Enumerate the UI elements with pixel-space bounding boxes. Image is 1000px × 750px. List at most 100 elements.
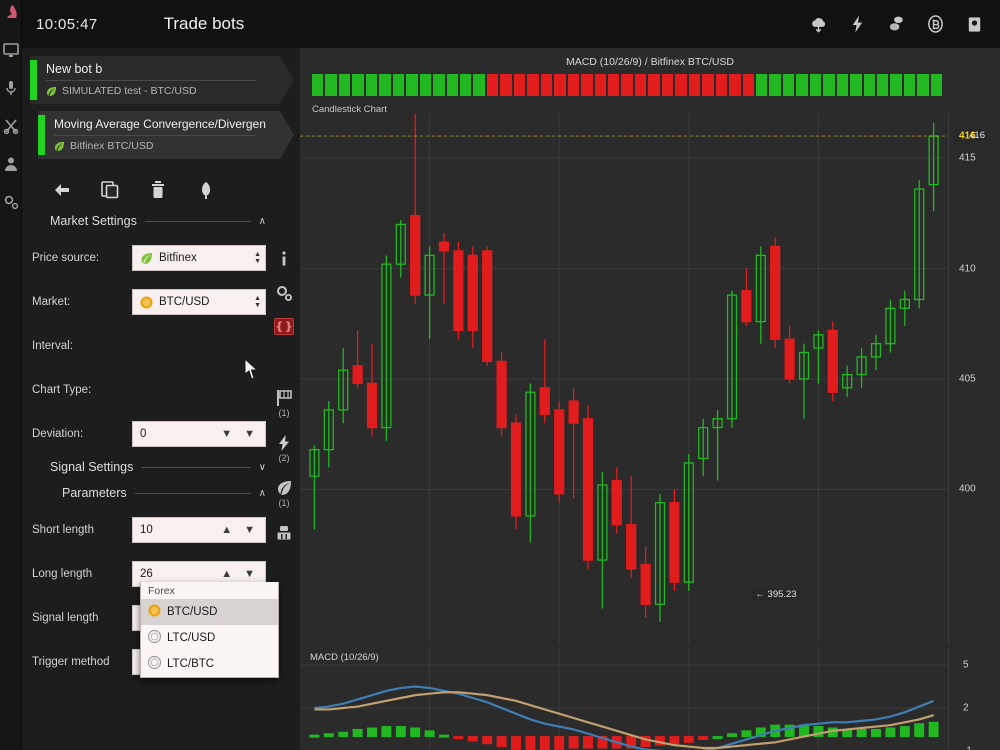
delete-button[interactable]	[148, 180, 168, 200]
robot-tool[interactable]	[275, 524, 293, 542]
leaf-icon	[46, 86, 57, 97]
signal-cell	[702, 74, 714, 96]
divider	[144, 220, 251, 222]
bitcoin-icon[interactable]	[926, 14, 945, 35]
short-length-label: Short length	[32, 524, 95, 536]
lightning-icon	[275, 434, 293, 452]
signal-cell	[930, 74, 943, 96]
market-dropdown-menu: Forex BTC/USD LTC/USD LTC/BTC	[140, 582, 279, 678]
leaf-tool[interactable]: (1)	[275, 479, 293, 508]
signal-cell	[607, 74, 620, 96]
short-length-input[interactable]: 10 ▲ ▼	[132, 517, 266, 543]
signal-cell	[742, 74, 754, 96]
stepper-arrows[interactable]: ▼ ▼	[221, 428, 261, 440]
info-icon	[275, 250, 293, 268]
leaf-icon	[140, 252, 153, 265]
leaf-icon	[275, 479, 293, 497]
info-tool[interactable]	[275, 250, 293, 268]
flag-tool[interactable]: (1)	[275, 389, 293, 418]
code-tool[interactable]: ❴❵	[274, 318, 294, 335]
bot-list: New bot b SIMULATED test - BTC/USD Movin…	[22, 48, 300, 159]
signal-cell	[527, 74, 539, 96]
lightning-icon[interactable]	[848, 14, 867, 35]
signal-cell	[392, 74, 405, 96]
price-source-label: Price source:	[32, 252, 100, 264]
chart-title: MACD (10/26/9) / Bitfinex BTC/USD	[565, 56, 735, 68]
spinner-icon[interactable]: ▲▼	[254, 295, 261, 309]
price-source-row: Price source: Bitfinex ▲ ▼	[32, 236, 266, 280]
wallet-icon[interactable]	[965, 14, 984, 35]
dropdown-option-ltcusd[interactable]: LTC/USD	[141, 625, 278, 651]
dropdown-option-label: BTC/USD	[167, 606, 218, 618]
duplicate-button[interactable]	[100, 180, 120, 200]
bot-subtitle: SIMULATED test - BTC/USD	[62, 85, 197, 97]
signal-cell	[406, 74, 418, 96]
dropdown-option-label: LTC/USD	[167, 632, 216, 644]
stepper-arrows[interactable]: ▲▼	[221, 568, 261, 580]
dropdown-option-ltcbtc[interactable]: LTC/BTC	[141, 651, 278, 677]
divider	[54, 135, 256, 136]
signal-cell	[863, 74, 876, 96]
market-dropdown[interactable]: Forex BTC/USD LTC/USD LTC/BTC	[140, 582, 279, 678]
lightning-tool[interactable]: (2)	[275, 434, 293, 463]
signal-settings-header[interactable]: Signal Settings ∨	[32, 456, 266, 478]
signal-cell	[755, 74, 768, 96]
long-length-label: Long length	[32, 568, 93, 580]
chevron-up-icon: ∧	[258, 215, 266, 227]
bot-card-selected[interactable]: Moving Average Convergence/Divergen Bitf…	[38, 111, 294, 159]
signal-cell	[379, 74, 391, 96]
signal-cell	[473, 74, 485, 96]
signal-cell	[567, 74, 580, 96]
microphone-icon[interactable]	[3, 80, 19, 96]
signal-cell	[903, 74, 916, 96]
signal-cell	[917, 74, 929, 96]
short-length-value: 10	[140, 524, 153, 536]
share-button[interactable]	[196, 180, 216, 200]
tools-icon[interactable]	[3, 118, 19, 134]
market-value: BTC/USD	[159, 296, 210, 308]
interval-row: Interval:	[32, 324, 266, 368]
chart-area: MACD (10/26/9) / Bitfinex BTC/USD Candle…	[300, 48, 1000, 750]
signal-cell	[769, 74, 781, 96]
market-settings-header[interactable]: Market Settings ∧	[32, 210, 266, 232]
signal-cell	[365, 74, 378, 96]
signal-cell	[500, 74, 512, 96]
macd-axis: 5 2 -1	[948, 648, 1000, 750]
back-button[interactable]	[52, 180, 72, 200]
deviation-input[interactable]: 0 ▼ ▼	[132, 421, 266, 447]
candlestick-chart[interactable]	[300, 114, 948, 644]
dropdown-option-btcusd[interactable]: BTC/USD	[141, 599, 278, 625]
chevron-up-icon: ∧	[258, 487, 266, 499]
settings-tool[interactable]	[275, 284, 293, 302]
price-source-select[interactable]: Bitfinex ▲ ▼	[132, 245, 266, 271]
trigger-method-label: Trigger method	[32, 656, 110, 668]
signal-cell	[352, 74, 364, 96]
code-icon: ❴❵	[274, 318, 294, 335]
signal-cell	[554, 74, 566, 96]
coins-icon[interactable]	[887, 14, 906, 35]
stepper-arrows[interactable]: ▲▼	[221, 524, 261, 536]
bot-accent-bar	[30, 60, 37, 100]
bot-card[interactable]: New bot b SIMULATED test - BTC/USD	[30, 56, 294, 104]
spinner-icon[interactable]: ▲▼	[254, 251, 261, 265]
signal-cell	[675, 74, 687, 96]
gears-icon[interactable]	[3, 194, 19, 210]
monitor-icon[interactable]	[2, 42, 19, 58]
mouse-cursor	[244, 357, 260, 385]
signal-cell	[877, 74, 889, 96]
signal-length-label: Signal length	[32, 612, 99, 624]
signal-cell	[688, 74, 701, 96]
leaf-icon	[54, 141, 65, 152]
user-icon[interactable]	[3, 156, 19, 172]
market-select[interactable]: BTC/USD ▲ ▼	[132, 289, 266, 315]
parameters-header[interactable]: Parameters ∧	[32, 482, 266, 504]
macd-chart[interactable]	[300, 648, 948, 750]
axis-tick: 405	[959, 373, 976, 385]
signal-cell	[459, 74, 472, 96]
gear-icon	[275, 284, 293, 302]
signal-cell	[836, 74, 849, 96]
clock: 10:05:47	[36, 15, 98, 33]
bot-subtitle: Bitfinex BTC/USD	[70, 140, 154, 152]
cloud-icon[interactable]	[809, 14, 828, 35]
chart-type-label: Chart Type:	[32, 384, 92, 396]
